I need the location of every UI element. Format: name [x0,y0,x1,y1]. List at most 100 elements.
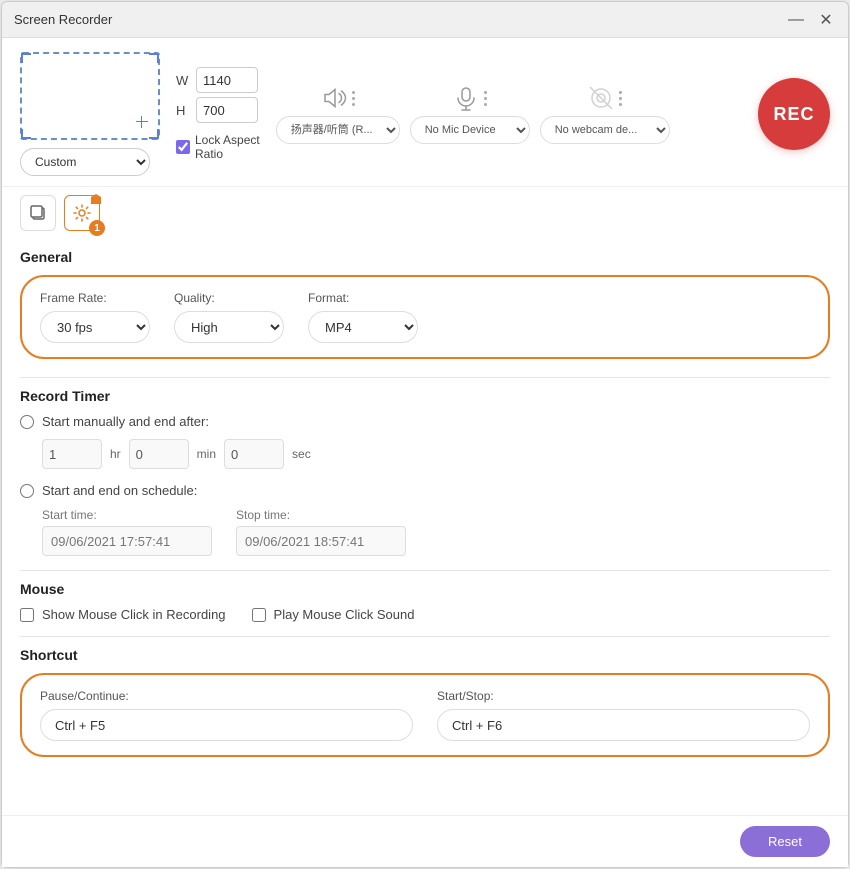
stop-time-label: Stop time: [236,508,406,522]
manual-radio[interactable] [20,415,34,429]
schedule-label: Start and end on schedule: [42,483,197,498]
format-select[interactable]: MP4 MOV AVI GIF [308,311,418,343]
shortcut-section: Shortcut Pause/Continue: Start/Stop: [20,636,830,757]
min-input[interactable] [129,439,189,469]
speaker-select[interactable]: 扬声器/听筒 (R... [276,116,400,144]
timer-inputs: hr min sec [42,439,830,469]
mouse-checkbox-group: Show Mouse Click in Recording Play Mouse… [20,607,830,622]
height-input[interactable] [196,97,258,123]
quality-select[interactable]: High Low Medium [174,311,284,343]
window-controls: — ✕ [786,10,836,30]
rec-button[interactable]: REC [758,78,830,150]
play-sound-label: Play Mouse Click Sound [274,607,415,622]
speaker-icon [320,84,348,112]
reset-button[interactable]: Reset [740,826,830,857]
width-label: W [176,73,190,88]
manual-option: Start manually and end after: [20,414,830,429]
speaker-icon-row [320,84,355,112]
corner-br [149,129,159,139]
height-label: H [176,103,190,118]
settings-button[interactable]: 1 [64,195,100,231]
corner-tr [149,53,159,63]
minimize-button[interactable]: — [786,10,806,30]
general-section: General Frame Rate: 30 fps 15 fps 20 fps… [20,249,830,359]
height-row: H [176,97,260,123]
play-sound-checkbox[interactable] [252,608,266,622]
start-time-input[interactable] [42,526,212,556]
start-stop-field: Start/Stop: [437,689,810,741]
schedule-option: Start and end on schedule: [20,483,830,498]
lock-label: Lock AspectRatio [195,133,260,161]
close-button[interactable]: ✕ [816,10,836,30]
shortcut-group: Pause/Continue: Start/Stop: [20,673,830,757]
stop-time-input[interactable] [236,526,406,556]
crosshair-icon [134,114,150,130]
speaker-group: 扬声器/听筒 (R... [276,84,400,144]
pause-input[interactable] [40,709,413,741]
window-title: Screen Recorder [14,12,112,27]
mic-icon [452,84,480,112]
hr-unit: hr [110,447,121,461]
preset-select[interactable]: Custom Full Screen 1920×1080 1280×720 [20,148,150,176]
start-time-label: Start time: [42,508,212,522]
framerate-select[interactable]: 30 fps 15 fps 20 fps 60 fps [40,311,150,343]
format-label: Format: [308,291,418,305]
mic-dots [484,91,487,106]
start-time-field: Start time: [42,508,212,556]
show-click-row: Show Mouse Click in Recording [20,607,226,622]
sec-input[interactable] [224,439,284,469]
quality-group: Quality: High Low Medium [174,291,284,343]
manual-label: Start manually and end after: [42,414,209,429]
webcam-dots [619,91,622,106]
settings-badge: 1 [89,220,105,236]
min-unit: min [197,447,216,461]
copy-button[interactable] [20,195,56,231]
mic-select[interactable]: No Mic Device [410,116,530,144]
corner-tl [21,53,31,63]
schedule-radio[interactable] [20,484,34,498]
devices-section: 扬声器/听筒 (R... [276,84,742,144]
lock-checkbox[interactable] [176,140,190,154]
webcam-select[interactable]: No webcam de... [540,116,670,144]
lock-row: Lock AspectRatio [176,133,260,161]
pause-label: Pause/Continue: [40,689,413,703]
show-click-checkbox[interactable] [20,608,34,622]
main-window: Screen Recorder — ✕ Custom Full Screen [1,1,849,868]
record-timer-section: Record Timer Start manually and end afte… [20,377,830,556]
settings-content: General Frame Rate: 30 fps 15 fps 20 fps… [2,231,848,815]
hour-input[interactable] [42,439,102,469]
mic-icon-row [452,84,487,112]
title-bar: Screen Recorder — ✕ [2,2,848,38]
mouse-title: Mouse [20,581,830,597]
stop-time-field: Stop time: [236,508,406,556]
sec-unit: sec [292,447,311,461]
settings-toolbar: 1 [2,187,848,231]
mic-group: No Mic Device [410,84,530,144]
format-group: Format: MP4 MOV AVI GIF [308,291,418,343]
bottom-bar: Reset [2,815,848,867]
mouse-section: Mouse Show Mouse Click in Recording Play… [20,570,830,622]
framerate-label: Frame Rate: [40,291,150,305]
quality-label: Quality: [174,291,284,305]
record-timer-title: Record Timer [20,388,830,404]
width-row: W [176,67,260,93]
show-click-label: Show Mouse Click in Recording [42,607,226,622]
shortcut-title: Shortcut [20,647,830,663]
general-title: General [20,249,830,265]
start-stop-label: Start/Stop: [437,689,810,703]
framerate-group: Frame Rate: 30 fps 15 fps 20 fps 60 fps [40,291,150,343]
app-content: Custom Full Screen 1920×1080 1280×720 W … [2,38,848,867]
shortcut-row: Pause/Continue: Start/Stop: [40,689,810,741]
general-group: Frame Rate: 30 fps 15 fps 20 fps 60 fps … [20,275,830,359]
capture-area: Custom Full Screen 1920×1080 1280×720 [20,52,160,176]
webcam-group: No webcam de... [540,84,670,144]
start-stop-input[interactable] [437,709,810,741]
dimension-section: W H Lock AspectRatio [176,67,260,161]
webcam-icon [587,84,615,112]
speaker-dots [352,91,355,106]
capture-preview-box[interactable] [20,52,160,140]
time-schedule: Start time: Stop time: [42,508,830,556]
corner-bl [21,129,31,139]
width-input[interactable] [196,67,258,93]
play-sound-row: Play Mouse Click Sound [252,607,415,622]
